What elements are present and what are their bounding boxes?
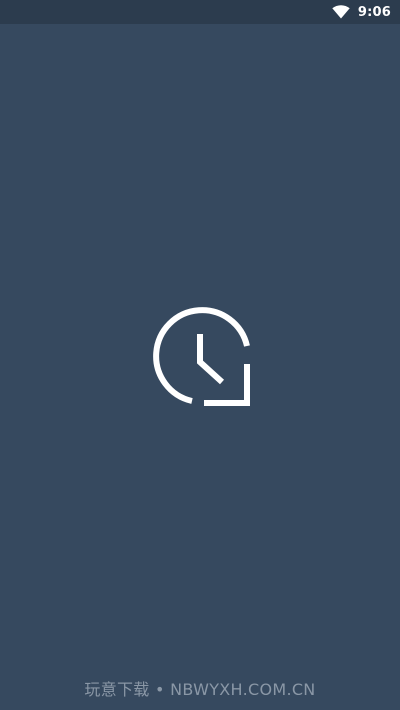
wifi-icon (332, 5, 350, 19)
clock-icon (153, 307, 250, 406)
splash-screen: 9:06 玩意下载 • NBWYXH.COM.CN (0, 0, 400, 710)
status-time: 9:06 (357, 4, 391, 20)
status-bar: 9:06 (0, 0, 400, 24)
watermark-text: 玩意下载 • NBWYXH.COM.CN (84, 680, 316, 699)
